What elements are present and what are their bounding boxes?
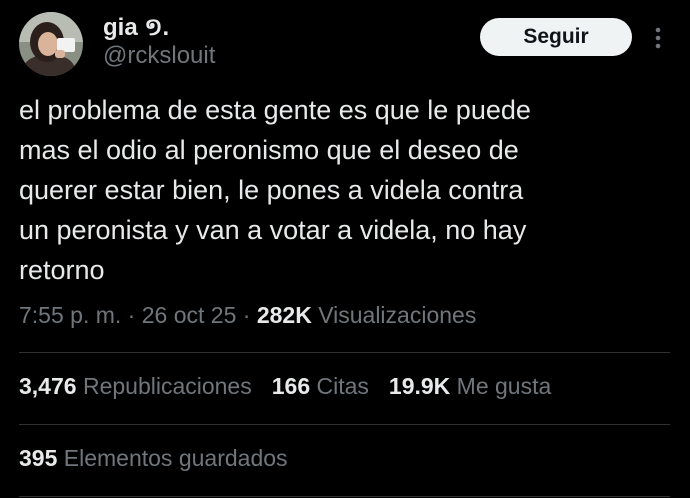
tweet-date[interactable]: 26 oct 25 — [142, 302, 237, 328]
views-label: Visualizaciones — [318, 302, 477, 328]
reposts-label: Republicaciones — [82, 373, 252, 399]
follow-button[interactable]: Seguir — [480, 18, 632, 56]
more-vertical-icon[interactable] — [648, 24, 668, 52]
avatar[interactable] — [19, 12, 83, 76]
likes-count: 19.9K — [388, 373, 451, 399]
likes-stat[interactable]: 19.9K Me gusta — [389, 373, 551, 400]
quotes-stat[interactable]: 166 Citas — [272, 373, 369, 400]
user-handle[interactable]: @rckslouit — [103, 42, 215, 70]
tweet-text: el problema de esta gente es que le pued… — [19, 95, 531, 285]
divider-top — [19, 352, 670, 353]
likes-label: Me gusta — [456, 373, 552, 399]
reposts-count: 3,476 — [19, 373, 77, 399]
quotes-label: Citas — [316, 373, 369, 399]
divider-middle — [19, 424, 670, 425]
meta-separator-2: · — [242, 302, 251, 328]
tweet-meta: 7:55 p. m. · 26 oct 25 · 282K Visualizac… — [19, 302, 476, 329]
engagement-stats: 3,476 Republicaciones 166 Citas 19.9K Me… — [19, 373, 551, 400]
bookmarks-count: 395 — [19, 445, 58, 471]
bookmarks-stat[interactable]: 395 Elementos guardados — [19, 445, 288, 472]
views-count: 282K — [256, 302, 312, 328]
reposts-stat[interactable]: 3,476 Republicaciones — [19, 373, 252, 400]
meta-separator: · — [127, 302, 136, 328]
tweet-time[interactable]: 7:55 p. m. — [19, 302, 121, 328]
quotes-count: 166 — [271, 373, 311, 399]
divider-bottom — [19, 496, 670, 497]
bookmarks-label: Elementos guardados — [63, 445, 288, 471]
